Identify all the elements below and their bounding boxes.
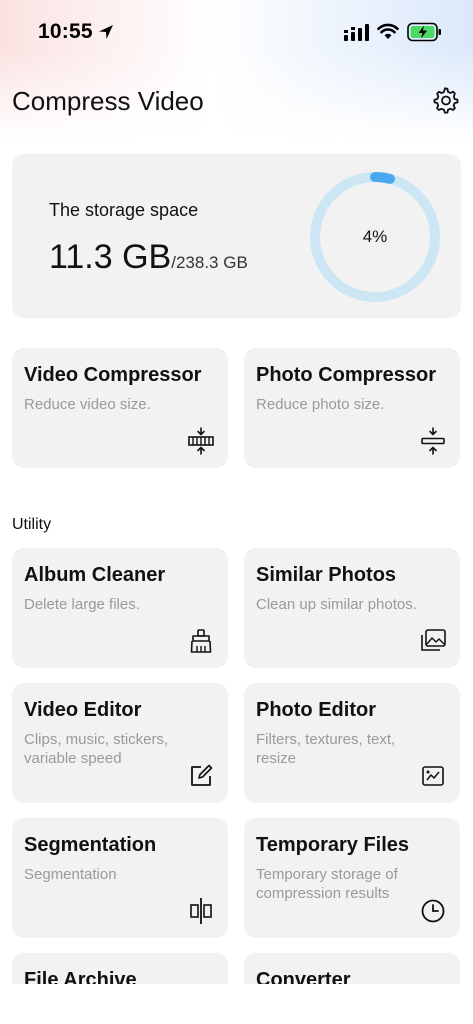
cellular-signal-icon	[344, 24, 369, 41]
broom-icon	[186, 626, 216, 656]
card-description: Segmentation	[24, 866, 117, 883]
split-icon	[186, 896, 216, 926]
photo-compress-icon	[418, 426, 448, 456]
status-time: 10:55	[38, 20, 93, 43]
card-title: Photo Compressor	[256, 364, 437, 386]
video-compress-icon	[186, 426, 216, 456]
bottom-safe-area	[0, 984, 473, 1024]
card-title: Segmentation	[24, 834, 157, 856]
edit-icon	[186, 761, 216, 791]
settings-button[interactable]	[428, 84, 462, 118]
card-description: Clips, music, stickers, variable speed	[24, 731, 169, 767]
card-description: Filters, textures, text, resize	[256, 731, 396, 767]
storage-card[interactable]: The storage space 11.3 GB/238.3 GB 4%	[12, 154, 461, 318]
storage-total: /238.3 GB	[171, 253, 248, 272]
video-editor-card[interactable]: Video Editor Clips, music, stickers, var…	[12, 683, 228, 803]
video-compressor-card[interactable]: Video Compressor Reduce video size.	[12, 348, 228, 468]
album-cleaner-card[interactable]: Album Cleaner Delete large files.	[12, 548, 228, 668]
card-description: Temporary storage of compression results	[256, 866, 398, 902]
segmentation-card[interactable]: Segmentation Segmentation	[12, 818, 228, 938]
temporary-files-card[interactable]: Temporary Files Temporary storage of com…	[244, 818, 460, 938]
storage-percent: 4%	[362, 227, 388, 246]
storage-used: 11.3 GB	[49, 238, 172, 276]
gear-icon	[433, 87, 459, 114]
photo-editor-card[interactable]: Photo Editor Filters, textures, text, re…	[244, 683, 460, 803]
similar-photos-card[interactable]: Similar Photos Clean up similar photos.	[244, 548, 460, 668]
status-bar: 10:55	[0, 0, 473, 64]
battery-charging-icon	[407, 22, 441, 42]
clock-icon	[418, 896, 448, 926]
card-title: Album Cleaner	[24, 564, 166, 586]
card-description: Clean up similar photos.	[256, 596, 417, 613]
photo-compressor-card[interactable]: Photo Compressor Reduce photo size.	[244, 348, 460, 468]
wifi-icon	[377, 23, 399, 39]
card-title: Photo Editor	[256, 699, 376, 721]
card-title: Video Editor	[24, 699, 142, 721]
section-label-utility: Utility	[12, 516, 52, 533]
card-title: Video Compressor	[24, 364, 202, 386]
card-title: Temporary Files	[256, 834, 410, 856]
storage-used-value: 11.3 GB/238.3 GB	[49, 238, 248, 277]
page-title: Compress Video	[12, 86, 204, 116]
card-title: Similar Photos	[256, 564, 397, 586]
app-header: Compress Video	[0, 80, 473, 124]
image-edit-icon	[418, 761, 448, 791]
card-description: Delete large files.	[24, 596, 140, 613]
photos-stack-icon	[418, 626, 448, 656]
card-description: Reduce video size.	[24, 396, 151, 413]
storage-label: The storage space	[49, 200, 199, 220]
card-description: Reduce photo size.	[256, 396, 385, 413]
location-arrow-icon	[99, 25, 113, 39]
